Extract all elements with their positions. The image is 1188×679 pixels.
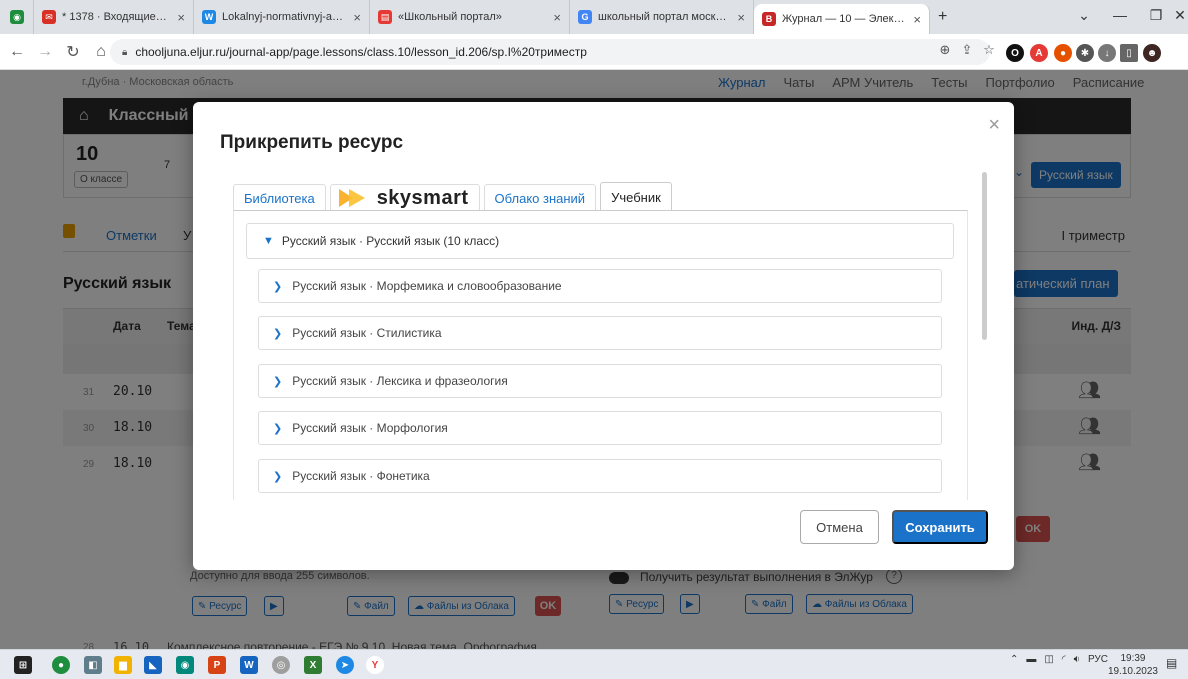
network-icon[interactable]: ◫ [1044, 654, 1053, 665]
telegram-icon[interactable]: ➤ [336, 656, 354, 674]
modal-scrollbar[interactable] [982, 172, 987, 340]
wifi-icon[interactable]: ◜ [1062, 654, 1066, 665]
attach-resource-modal: × Прикрепить ресурс Библиотека skysmart … [193, 102, 1014, 570]
accordion-root[interactable]: ▼ Русский язык · Русский язык (10 класс) [246, 223, 954, 259]
taskbar: ⊞ ● ◧ ▆ ◣ ◉ P W ◎ X ➤ Y ⌃ ▬ ◫ ◜ 🔉︎ РУС 1… [0, 649, 1188, 679]
textbook-panel: ▼ Русский язык · Русский язык (10 класс)… [233, 210, 968, 500]
windows-start-icon[interactable]: ⊞ [14, 656, 32, 674]
close-window-icon[interactable]: ✕ [1162, 0, 1188, 30]
save-button[interactable]: Сохранить [892, 510, 988, 544]
close-icon[interactable]: × [988, 114, 1000, 137]
chevron-right-icon: ❯ [273, 470, 283, 483]
chevron-down-icon: ▼ [263, 235, 274, 247]
minimize-icon[interactable]: — [1102, 0, 1138, 30]
tab-library[interactable]: Библиотека [233, 184, 326, 211]
chevron-right-icon: ❯ [273, 375, 283, 388]
new-tab-button[interactable]: + [930, 0, 955, 34]
profile-avatar[interactable]: ☻ [1143, 44, 1161, 62]
forward-icon[interactable]: → [34, 43, 56, 61]
home-icon[interactable]: ⌂ [90, 43, 112, 61]
browser-tab-mail[interactable]: ✉ * 1378 · Входящие — Яндекс П × [34, 0, 194, 34]
close-icon[interactable]: × [553, 10, 561, 25]
close-icon[interactable]: × [353, 10, 361, 25]
modal-title: Прикрепить ресурс [220, 132, 404, 153]
tab-knowledge-cloud[interactable]: Облако знаний [483, 184, 597, 211]
accordion-item[interactable]: ❯ Русский язык · Морфемика и словообразо… [258, 269, 942, 303]
browser-tab-google[interactable]: G школьный портал московской × [570, 0, 754, 34]
resource-tabs: Библиотека skysmart Облако знаний Учебни… [233, 182, 676, 211]
browser-tab-journal[interactable]: В Журнал — 10 — Электронный × [754, 4, 930, 34]
back-icon[interactable]: ← [6, 43, 28, 61]
skysmart-logo-icon [338, 189, 365, 207]
cancel-button[interactable]: Отмена [800, 510, 879, 544]
word-icon[interactable]: W [240, 656, 258, 674]
tab-skysmart[interactable]: skysmart [329, 184, 480, 211]
google-icon: G [578, 10, 592, 24]
share-icon[interactable]: ⇪ [956, 42, 978, 58]
browser-tabbar: ◉ ✉ * 1378 · Входящие — Яндекс П × W Lok… [0, 0, 1188, 34]
chevron-up-icon[interactable]: ⌃ [1010, 654, 1018, 665]
volume-icon[interactable]: 🔉︎ [1074, 654, 1080, 665]
extension-icon[interactable]: O [1006, 44, 1024, 62]
accordion-item[interactable]: ❯ Русский язык · Фонетика [258, 459, 942, 493]
chevron-right-icon: ❯ [273, 280, 283, 293]
browser-tab-doc[interactable]: W Lokalnyj-normativnyj-akt-ob-el × [194, 0, 370, 34]
folder-icon[interactable]: ▆ [114, 656, 132, 674]
tab-search-icon[interactable]: ⌄ [1066, 0, 1102, 30]
accordion-item[interactable]: ❯ Русский язык · Лексика и фразеология [258, 364, 942, 398]
mail-icon: ✉ [42, 10, 56, 24]
journal-icon: В [762, 12, 776, 26]
tab-search-icon-wrap[interactable]: ◉ [0, 0, 34, 34]
reload-icon[interactable]: ↻ [62, 42, 84, 62]
powerpoint-icon[interactable]: P [208, 656, 226, 674]
word-icon: W [202, 10, 216, 24]
notification-icon[interactable]: ▤ [1166, 656, 1182, 672]
yandex-icon[interactable]: Y [366, 656, 384, 674]
download-icon[interactable]: ↓ [1098, 44, 1116, 62]
app-icon[interactable]: ◧ [84, 656, 102, 674]
system-tray: ⌃ ▬ ◫ ◜ 🔉︎ РУС [1010, 654, 1108, 665]
battery-icon[interactable]: ▬ [1026, 654, 1036, 665]
chrome-icon[interactable]: ● [52, 656, 70, 674]
app-icon[interactable]: ◣ [144, 656, 162, 674]
clock[interactable]: 19:39 19.10.2023 [1108, 652, 1158, 678]
chevron-right-icon: ❯ [273, 422, 283, 435]
adblock-icon[interactable]: A [1030, 44, 1048, 62]
portal-icon: ▤ [378, 10, 392, 24]
app-icon[interactable]: ◉ [176, 656, 194, 674]
language-indicator[interactable]: РУС [1088, 654, 1108, 665]
close-icon[interactable]: × [913, 12, 921, 27]
zoom-icon[interactable]: ⊕ [934, 42, 956, 58]
excel-icon[interactable]: X [304, 656, 322, 674]
accordion-item[interactable]: ❯ Русский язык · Стилистика [258, 316, 942, 350]
app-icon[interactable]: ◎ [272, 656, 290, 674]
accordion-item[interactable]: ❯ Русский язык · Морфология [258, 411, 942, 445]
bookmark-star-icon[interactable]: ☆ [978, 42, 1000, 58]
sidepanel-icon[interactable]: ▯ [1120, 44, 1138, 62]
chevron-right-icon: ❯ [273, 327, 283, 340]
extension-icon[interactable]: ● [1054, 44, 1072, 62]
close-icon[interactable]: × [177, 10, 185, 25]
tab-textbook[interactable]: Учебник [600, 182, 672, 211]
url-field[interactable]: 🔒︎ chooljuna.eljur.ru/journal-app/page.l… [110, 39, 990, 65]
puzzle-icon[interactable]: ✱ [1076, 44, 1094, 62]
close-icon[interactable]: × [737, 10, 745, 25]
whatsapp-icon: ◉ [10, 10, 24, 24]
lock-icon: 🔒︎ [122, 46, 128, 58]
browser-tab-portal[interactable]: ▤ «Школьный портал» × [370, 0, 570, 34]
